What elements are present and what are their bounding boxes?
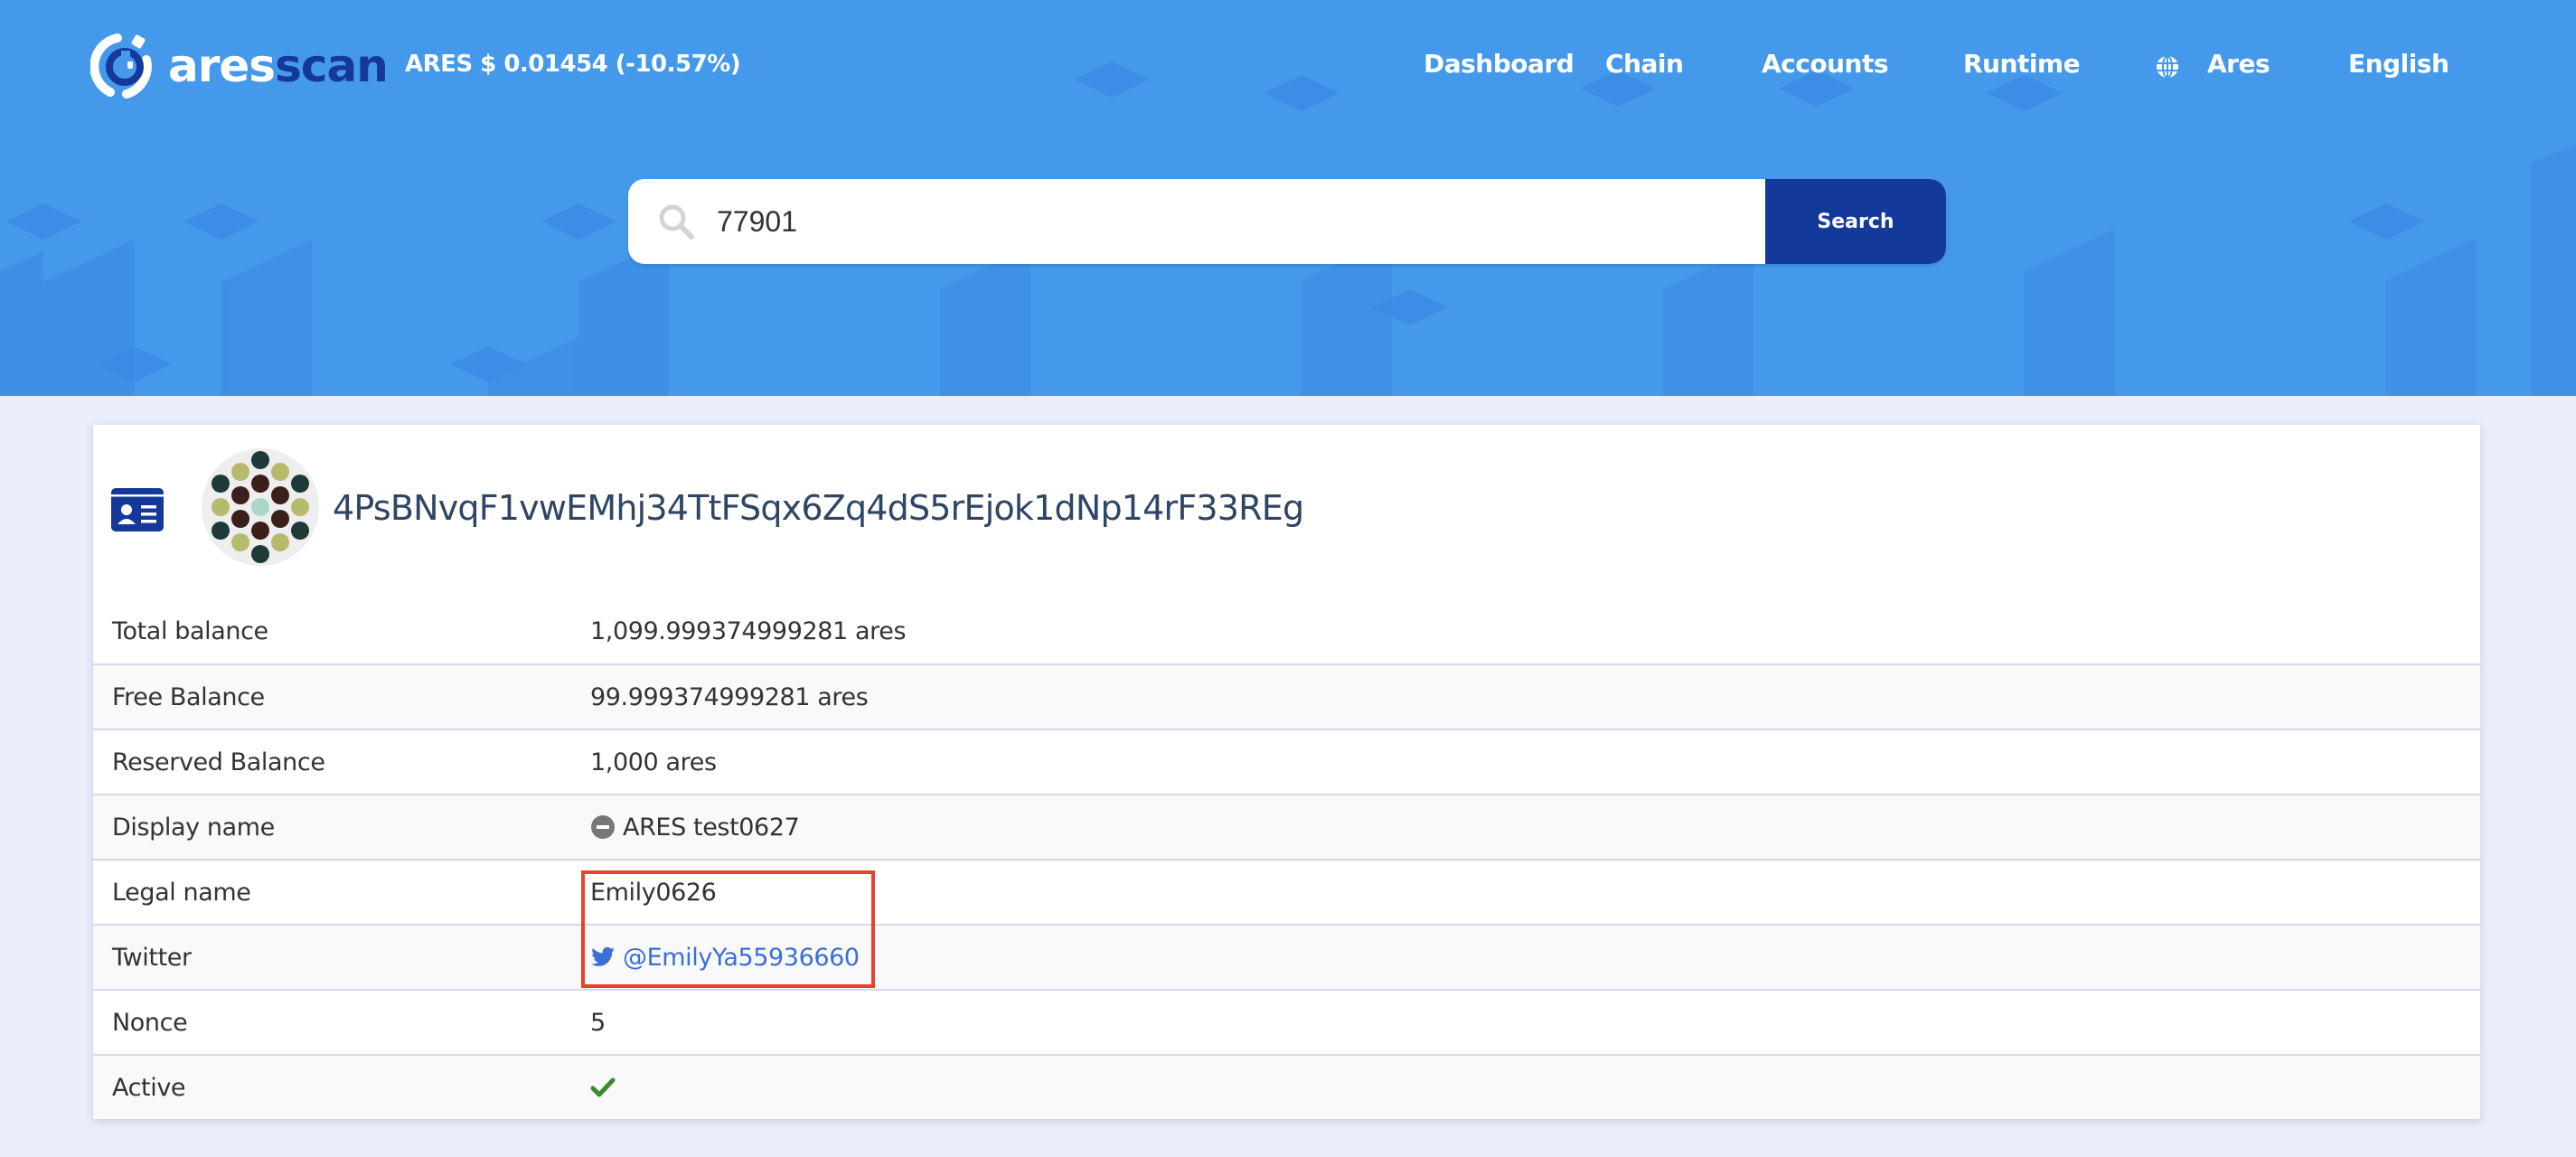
aresscan-logo[interactable]: aresscan <box>90 33 389 99</box>
identicon-dot <box>291 522 309 540</box>
row-active: Active <box>93 1054 2480 1119</box>
logo-text-scan: scan <box>275 40 389 92</box>
price-ticker: ARES $ 0.01454 (-10.57%) <box>405 51 741 78</box>
identicon-dot <box>231 463 249 481</box>
row-value: Emily0626 <box>590 878 717 907</box>
account-details-table: Total balance 1,099.999374999281 ares Fr… <box>93 598 2480 1119</box>
nav-dashboard[interactable]: Dashboard <box>1424 49 1575 79</box>
globe-icon[interactable] <box>2155 54 2180 80</box>
row-value-container: @EmilyYa55936660 <box>590 944 860 972</box>
account-header: 4PsBNvqF1vwEMhj34TtFSqx6Zq4dS5rEjok1dNp1… <box>93 425 2480 598</box>
row-total-balance: Total balance 1,099.999374999281 ares <box>93 598 2480 663</box>
row-label: Total balance <box>112 616 268 645</box>
row-twitter: Twitter @EmilyYa55936660 <box>93 924 2480 989</box>
nav-chain[interactable]: Chain <box>1605 49 1684 79</box>
row-legal-name: Legal name Emily0626 <box>93 859 2480 924</box>
logo-text-ares: ares <box>168 40 276 92</box>
identicon-dot <box>251 451 269 469</box>
row-value-container <box>590 1075 623 1100</box>
display-name-value: ARES test0627 <box>623 813 800 842</box>
logo-mark-icon <box>90 33 152 99</box>
identicon-dot <box>251 475 269 493</box>
row-display-name: Display name ARES test0627 <box>93 794 2480 859</box>
twitter-icon <box>591 946 615 966</box>
identicon-dot <box>291 475 309 493</box>
check-icon <box>590 1077 616 1097</box>
nav-language-english[interactable]: English <box>2348 49 2449 79</box>
identicon-dot <box>212 475 230 493</box>
row-label: Legal name <box>112 878 251 907</box>
identicon-dot <box>271 463 289 481</box>
row-value: 1,099.999374999281 ares <box>590 616 907 645</box>
row-label: Twitter <box>112 943 192 972</box>
row-reserved-balance: Reserved Balance 1,000 ares <box>93 729 2480 794</box>
identicon-dot <box>291 498 309 516</box>
identicon-dot <box>212 498 230 516</box>
identicon-dot <box>251 522 269 540</box>
account-card: 4PsBNvqF1vwEMhj34TtFSqx6Zq4dS5rEjok1dNp1… <box>93 425 2480 1119</box>
row-label: Active <box>112 1073 186 1102</box>
row-label: Nonce <box>112 1008 188 1037</box>
row-label: Reserved Balance <box>112 748 325 776</box>
id-card-icon <box>111 488 164 531</box>
identicon-dot <box>251 545 269 563</box>
row-free-balance: Free Balance 99.999374999281 ares <box>93 663 2480 729</box>
account-address[interactable]: 4PsBNvqF1vwEMhj34TtFSqx6Zq4dS5rEjok1dNp1… <box>333 488 1304 528</box>
twitter-handle-link[interactable]: @EmilyYa55936660 <box>623 944 860 972</box>
row-value: 5 <box>590 1008 606 1037</box>
nav-accounts[interactable]: Accounts <box>1762 49 1889 79</box>
identicon-dot <box>271 510 289 528</box>
nav-runtime[interactable]: Runtime <box>1963 49 2081 79</box>
search-button[interactable]: Search <box>1765 179 1946 264</box>
identicon-dot <box>271 486 289 504</box>
identicon-dot <box>251 498 269 516</box>
identicon-dot <box>231 533 249 551</box>
row-label: Free Balance <box>112 682 265 711</box>
search-input[interactable] <box>717 194 1621 249</box>
search-icon <box>659 204 694 240</box>
search-bar: Search <box>628 179 1946 264</box>
row-nonce: Nonce 5 <box>93 989 2480 1054</box>
minus-circle-icon <box>591 815 615 839</box>
identicon-dot <box>271 533 289 551</box>
nav-network-ares[interactable]: Ares <box>2207 49 2270 79</box>
header-banner: aresscan ARES $ 0.01454 (-10.57%) Dashbo… <box>0 0 2576 396</box>
logo-text: aresscan <box>168 40 389 92</box>
identicon-dot <box>231 486 249 504</box>
row-value: 99.999374999281 ares <box>590 682 869 711</box>
row-value: 1,000 ares <box>590 748 717 776</box>
identicon-dot <box>231 510 249 528</box>
row-label: Display name <box>112 813 275 842</box>
account-identicon-avatar <box>202 448 319 566</box>
identicon-dot <box>212 522 230 540</box>
row-value-container: ARES test0627 <box>590 813 800 842</box>
